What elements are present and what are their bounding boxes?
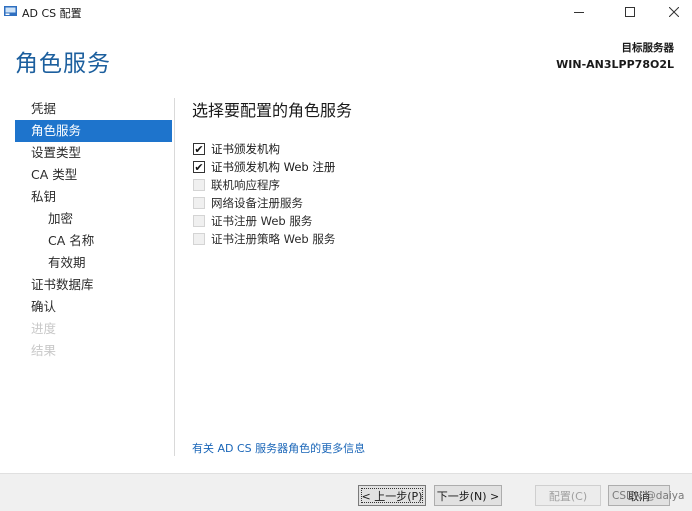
- nav-item-confirmation[interactable]: 确认: [15, 296, 172, 318]
- role-label: 联机响应程序: [211, 178, 280, 192]
- role-label: 网络设备注册服务: [211, 196, 303, 210]
- role-label: 证书颁发机构: [211, 142, 280, 156]
- nav-item-certificate-database[interactable]: 证书数据库: [15, 274, 172, 296]
- checkbox-disabled-icon[interactable]: [193, 233, 205, 245]
- minimize-button[interactable]: [556, 0, 602, 24]
- maximize-icon: [625, 7, 635, 17]
- nav-item-ca-name[interactable]: CA 名称: [15, 230, 172, 252]
- close-button[interactable]: [651, 0, 692, 24]
- wizard-footer: < 上一步(P) 下一步(N) > 配置(C) 取消: [0, 473, 692, 511]
- window-title: AD CS 配置: [22, 7, 82, 20]
- nav-item-role-services[interactable]: 角色服务: [15, 120, 172, 142]
- page-title: 角色服务: [15, 51, 111, 77]
- role-option-enrollment-policy-web-service[interactable]: 证书注册策略 Web 服务: [193, 230, 335, 248]
- checkbox-disabled-icon[interactable]: [193, 179, 205, 191]
- checkbox-disabled-icon[interactable]: [193, 215, 205, 227]
- role-services-list: ✔ 证书颁发机构 ✔ 证书颁发机构 Web 注册 联机响应程序 网络设备注册服务…: [193, 140, 335, 248]
- checkbox-checked-icon[interactable]: ✔: [193, 143, 205, 155]
- wizard-nav: 凭据 角色服务 设置类型 CA 类型 私钥 加密 CA 名称 有效期 证书数据库…: [15, 98, 172, 362]
- previous-button[interactable]: < 上一步(P): [358, 485, 426, 506]
- checkbox-disabled-icon[interactable]: [193, 197, 205, 209]
- nav-item-ca-type[interactable]: CA 类型: [15, 164, 172, 186]
- more-info-link[interactable]: 有关 AD CS 服务器角色的更多信息: [192, 440, 365, 456]
- title-bar: AD CS 配置: [0, 0, 692, 24]
- minimize-icon: [574, 12, 584, 13]
- nav-divider: [174, 98, 175, 456]
- role-label: 证书注册 Web 服务: [211, 214, 313, 228]
- maximize-button[interactable]: [607, 0, 653, 24]
- role-option-ca-web-enrollment[interactable]: ✔ 证书颁发机构 Web 注册: [193, 158, 335, 176]
- role-label: 证书注册策略 Web 服务: [211, 232, 336, 246]
- nav-item-validity-period[interactable]: 有效期: [15, 252, 172, 274]
- target-server-name: WIN-AN3LPP78O2L: [556, 58, 674, 71]
- nav-item-setup-type[interactable]: 设置类型: [15, 142, 172, 164]
- content-heading: 选择要配置的角色服务: [192, 101, 353, 120]
- checkbox-checked-icon[interactable]: ✔: [193, 161, 205, 173]
- close-icon: [669, 7, 679, 17]
- nav-item-progress: 进度: [31, 321, 57, 336]
- role-option-certification-authority[interactable]: ✔ 证书颁发机构: [193, 140, 335, 158]
- nav-item-credentials[interactable]: 凭据: [15, 98, 172, 120]
- role-option-enrollment-web-service[interactable]: 证书注册 Web 服务: [193, 212, 335, 230]
- target-server-label: 目标服务器: [621, 42, 675, 54]
- server-manager-icon: [4, 6, 17, 16]
- watermark: CSDN @daiya: [612, 490, 685, 502]
- nav-item-cryptography[interactable]: 加密: [15, 208, 172, 230]
- nav-item-results: 结果: [31, 343, 57, 358]
- role-label: 证书颁发机构 Web 注册: [211, 160, 336, 174]
- nav-item-private-key[interactable]: 私钥: [15, 186, 172, 208]
- role-option-online-responder[interactable]: 联机响应程序: [193, 176, 335, 194]
- configure-button[interactable]: 配置(C): [535, 485, 601, 506]
- role-option-network-device-enrollment[interactable]: 网络设备注册服务: [193, 194, 335, 212]
- next-button[interactable]: 下一步(N) >: [434, 485, 502, 506]
